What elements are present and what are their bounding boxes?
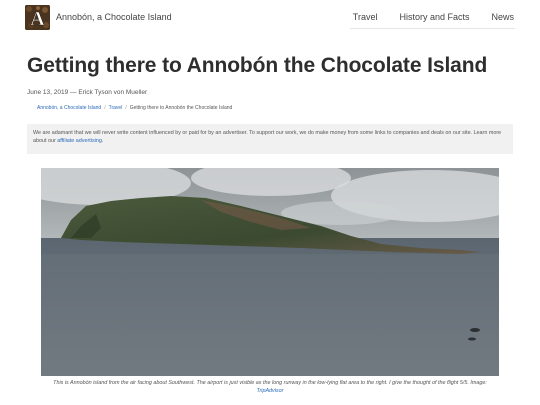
logo-letter: A <box>30 8 45 30</box>
photo-caption: This is Annobón island from the air faci… <box>41 379 499 395</box>
breadcrumb-current: Getting there to Annobón the Chocolate I… <box>129 105 233 111</box>
nav-item-news[interactable]: News <box>491 12 514 22</box>
post-date: June 13, 2019 <box>27 89 69 96</box>
site-title[interactable]: Annobón, a Chocolate Island <box>56 12 172 22</box>
breadcrumb-travel[interactable]: Travel <box>109 105 123 111</box>
island-photo <box>41 168 499 376</box>
nav-item-travel[interactable]: Travel <box>353 12 378 22</box>
breadcrumb-separator: / <box>125 105 127 111</box>
main-nav: Travel History and Facts News <box>331 12 514 22</box>
breadcrumb: Annobón, a Chocolate Island / Travel / Getti… <box>37 105 232 111</box>
nav-divider <box>350 28 515 29</box>
site-logo[interactable]: A <box>25 5 50 30</box>
nav-item-history-and-facts[interactable]: History and Facts <box>399 12 469 22</box>
post-meta: June 13, 2019 — Erick Tyson von Mueller <box>27 89 147 96</box>
breadcrumb-separator: / <box>104 105 106 111</box>
chocolate-island-logo-icon: A <box>25 5 50 30</box>
breadcrumb-home[interactable]: Annobón, a Chocolate Island <box>37 105 101 111</box>
affiliate-disclosure: We are adamant that we will never write … <box>27 124 513 154</box>
post-author[interactable]: Erick Tyson von Mueller <box>78 89 147 96</box>
page-title: Getting there to Annobón the Chocolate I… <box>27 54 488 77</box>
caption-text: This is Annobón island from the air faci… <box>53 380 487 386</box>
meta-separator: — <box>68 89 79 96</box>
affiliate-advertising-link[interactable]: affiliate advertising <box>57 138 102 144</box>
site-header: A Annobón, a Chocolate Island Travel His… <box>0 0 540 34</box>
island-aerial-image <box>41 168 499 376</box>
tripadvisor-link[interactable]: TripAdvisor <box>257 388 284 394</box>
disclosure-end: . <box>101 138 104 144</box>
